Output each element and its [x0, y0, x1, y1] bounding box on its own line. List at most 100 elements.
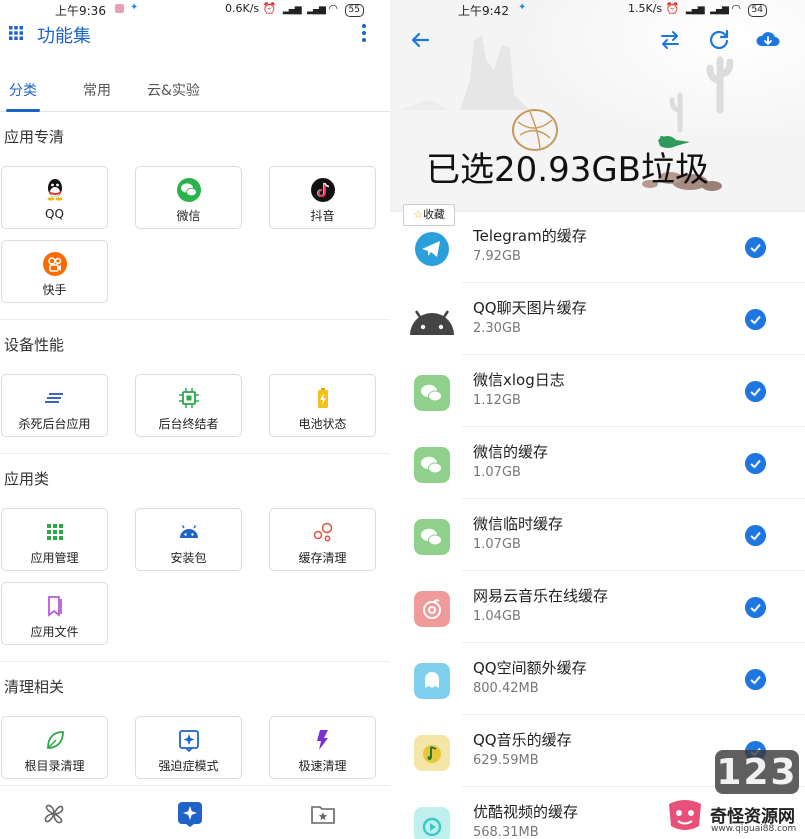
netease-music-icon	[414, 591, 450, 627]
junk-item[interactable]: 网易云音乐在线缓存 1.04GB	[390, 571, 805, 643]
screenshot-root: 上午9:36 ✦ 0.6K/s ⏰ ▂▄▆ ▂▄▆ ◠ 55 功能集 分类 常用…	[0, 0, 805, 839]
status-bar: 上午9:36 ✦ 0.6K/s ⏰ ▂▄▆ ▂▄▆ ◠ 55	[0, 0, 390, 18]
junk-clean-screen: 已选20.93GB垃圾 上午9:42 ✦ 1.5K/s ⏰ ▂▄▆ ▂▄▆ ◠ …	[390, 0, 805, 839]
category-tabs: 分类 常用 云&实验	[0, 72, 390, 112]
check-icon[interactable]	[745, 525, 766, 546]
section-divider	[0, 453, 390, 454]
feature-card-qq[interactable]: QQ	[1, 166, 108, 229]
feature-card-cache-clean[interactable]: 缓存清理	[269, 508, 376, 571]
feature-card-app-manager[interactable]: 应用管理	[1, 508, 108, 571]
section-title: 清理相关	[4, 678, 65, 696]
grid-icon[interactable]	[9, 26, 23, 40]
qq-music-icon	[414, 735, 450, 771]
telegram-icon	[415, 232, 449, 266]
feature-card-wechat[interactable]: 微信	[135, 166, 242, 229]
feature-card-kill-apps[interactable]: 杀死后台应用	[1, 374, 108, 437]
network-speed: 0.6K/s	[225, 2, 260, 15]
refresh-icon[interactable]	[705, 26, 733, 54]
back-arrow-icon[interactable]	[406, 26, 434, 54]
app-bar: 功能集	[0, 18, 390, 52]
feature-card-battery-status[interactable]: 电池状态	[269, 374, 376, 437]
feature-card-kuaishou[interactable]: 快手	[1, 240, 108, 303]
check-icon[interactable]	[745, 669, 766, 690]
junk-item-size: 800.42MB	[473, 681, 539, 696]
watermark-logo-icon	[669, 800, 701, 830]
youku-icon	[414, 807, 450, 839]
feature-card-label: 强迫症模式	[158, 759, 219, 773]
wechat-icon	[414, 519, 450, 555]
junk-item-size: 629.59MB	[473, 753, 539, 768]
junk-item-name: QQ聊天图片缓存	[473, 299, 587, 317]
cache-bubbles-icon	[313, 522, 333, 542]
junk-item[interactable]: QQ空间额外缓存 800.42MB	[390, 643, 805, 715]
tab-frequent[interactable]: 常用	[83, 80, 111, 100]
watermark-url: www.qiguai88.com	[711, 824, 797, 834]
check-icon[interactable]	[745, 309, 766, 330]
section-divider	[0, 319, 390, 320]
junk-item[interactable]: 微信的缓存 1.07GB	[390, 427, 805, 499]
qzone-icon	[414, 663, 450, 699]
check-icon[interactable]	[745, 381, 766, 402]
feature-card-label: 杀死后台应用	[18, 417, 91, 431]
junk-item[interactable]: 微信xlog日志 1.12GB	[390, 355, 805, 427]
feature-card-apk[interactable]: 安装包	[135, 508, 242, 571]
star-icon: ☆	[413, 208, 423, 221]
kill-app-icon	[45, 393, 63, 403]
wifi-icon: ◠	[731, 2, 741, 15]
junk-item-name: 微信xlog日志	[473, 371, 565, 389]
more-vert-icon[interactable]	[358, 22, 370, 44]
favorite-label: 收藏	[422, 208, 445, 221]
junk-item-size: 7.92GB	[473, 249, 521, 264]
page-title: 功能集	[37, 26, 91, 47]
check-icon[interactable]	[745, 237, 766, 258]
status-right: 1.5K/s ⏰ ▂▄▆ ▂▄▆ ◠ 54	[628, 2, 767, 17]
junk-item-size: 1.12GB	[473, 393, 521, 408]
junk-item-size: 568.31MB	[473, 825, 539, 839]
feature-card-label: 抖音	[310, 209, 335, 223]
feature-card-background-killer[interactable]: 后台终结者	[135, 374, 242, 437]
status-time: 上午9:36	[55, 4, 106, 18]
junk-item[interactable]: QQ聊天图片缓存 2.30GB	[390, 283, 805, 355]
section-title: 应用专清	[4, 128, 65, 146]
tab-category[interactable]: 分类	[9, 80, 37, 100]
junk-item-name: QQ音乐的缓存	[473, 731, 572, 749]
swap-icon[interactable]	[656, 26, 684, 54]
bird-icon: ✦	[130, 2, 139, 13]
feature-card-root-clean[interactable]: 根目录清理	[1, 716, 108, 779]
sparkle-nav-icon[interactable]	[176, 800, 204, 828]
feature-card-label: 后台终结者	[158, 417, 219, 431]
junk-item[interactable]: 微信临时缓存 1.07GB	[390, 499, 805, 571]
check-icon[interactable]	[745, 597, 766, 618]
junk-item-name: QQ空间额外缓存	[473, 659, 587, 677]
network-speed: 1.5K/s	[628, 2, 663, 15]
battery-level: 55	[344, 4, 364, 17]
feature-card-label: QQ	[45, 207, 64, 221]
feature-card-fast-clean[interactable]: 极速清理	[269, 716, 376, 779]
leaf-icon	[47, 731, 64, 749]
tab-cloud-lab[interactable]: 云&实验	[147, 80, 200, 100]
folder-star-icon[interactable]	[309, 800, 337, 828]
section-divider	[0, 661, 390, 662]
check-icon[interactable]	[745, 453, 766, 474]
android-icon	[180, 525, 198, 538]
feature-card-app-files[interactable]: 应用文件	[1, 582, 108, 645]
bookmark-icon	[48, 596, 62, 617]
cloud-download-icon[interactable]	[754, 26, 782, 54]
junk-item-name: 优酷视频的缓存	[473, 803, 579, 821]
hero-banner: 已选20.93GB垃圾	[390, 0, 805, 212]
alarm-icon: ⏰	[665, 2, 680, 15]
feature-card-ocd-mode[interactable]: 强迫症模式	[135, 716, 242, 779]
fan-icon[interactable]	[40, 800, 68, 828]
battery-icon	[318, 388, 328, 408]
android-robot-icon	[410, 310, 454, 335]
junk-item-name: 微信临时缓存	[473, 515, 564, 533]
watermark-number: 123	[716, 752, 798, 793]
kuaishou-icon	[43, 252, 67, 276]
alarm-icon: ⏰	[262, 2, 277, 15]
sparkle-icon	[179, 730, 199, 753]
section-title: 设备性能	[4, 336, 65, 354]
feature-card-douyin[interactable]: 抖音	[269, 166, 376, 229]
feature-card-label: 应用文件	[30, 625, 79, 639]
favorite-badge[interactable]: ☆收藏	[403, 204, 455, 226]
wechat-icon	[177, 178, 201, 202]
